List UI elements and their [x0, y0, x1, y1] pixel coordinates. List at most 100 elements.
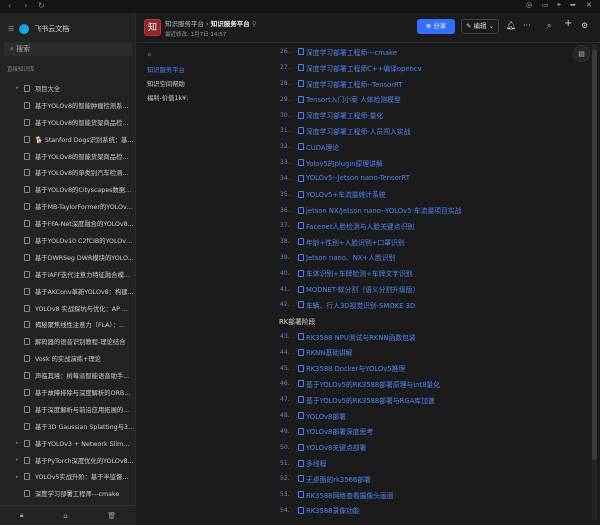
doc-link[interactable]: 深度学习部署工程师-量化	[306, 110, 383, 120]
collapse-toc-icon[interactable]: «	[147, 50, 188, 59]
sidebar-item[interactable]: Vosk 的实战演练+理论	[0, 350, 136, 367]
sidebar-item-label: Vosk 的实战演练+理论	[35, 356, 101, 364]
more-icon[interactable]: ···	[523, 21, 531, 30]
doc-link[interactable]: 深度学习部署工程师---cmake	[306, 47, 397, 57]
doc-link[interactable]: CUDA理论	[306, 142, 339, 152]
sidebar-item[interactable]: 基于故障排除与深度解析的ORB...	[0, 384, 136, 401]
doc-link[interactable]: 无桌面的rk3566部署	[306, 474, 371, 484]
doc-link[interactable]: RK3588 NPU测试与RKNN函数包装	[306, 332, 416, 342]
close-icon[interactable]: ✕	[586, 1, 592, 9]
sidebar-item[interactable]: 基于YOLOv8的智能货架商品检...	[0, 148, 136, 165]
sidebar-toggle-icon[interactable]: ☰	[8, 25, 14, 33]
list-item: 41. MODNET-软分割（语义分割升级版）	[280, 281, 462, 297]
sidebar-item-label: 基于深度解析与前沿应用拓展的...	[35, 406, 130, 414]
sidebar-item[interactable]: ▸ 基于YOLOv3 + Network Slimmi...	[0, 435, 136, 452]
breadcrumb-parent[interactable]: 知识服务平台	[165, 20, 204, 28]
pin-icon[interactable]: ⚲	[252, 20, 257, 28]
doc-link[interactable]: 基于YOLOv5的RK3588部署原理与int8量化	[306, 379, 440, 389]
edit-button[interactable]: ✎ 编辑 ⌄	[461, 19, 499, 34]
sidebar-item[interactable]: 基于深度解析与前沿应用拓展的...	[0, 401, 136, 418]
reload-button[interactable]: ↻	[38, 1, 45, 10]
search-input[interactable]: ⌕ 搜索	[4, 42, 132, 56]
toc-item[interactable]: 知识服务平台	[147, 65, 188, 74]
doc-link[interactable]: Yolov5的plugin原理讲解	[306, 158, 383, 168]
sidebar-item[interactable]: 基于iAFF迭代注意力特征融合模...	[0, 266, 136, 283]
sidebar-item[interactable]: 基于YOLOv10 C2fCIB的YOLOv8...	[0, 232, 136, 249]
search-icon[interactable]: ⌕	[547, 21, 551, 31]
document-icon	[24, 135, 30, 143]
sidebar-item[interactable]: 🐕 Stanford Dogs识别系统：基...	[0, 131, 136, 148]
forward-share-icon[interactable]: ➦	[570, 1, 576, 9]
sidebar-item[interactable]: 基于FFA-Net深度融合的YOLOv8...	[0, 215, 136, 232]
scrollbar-thumb[interactable]	[592, 50, 597, 460]
expand-arrow-icon[interactable]: ▸	[16, 457, 24, 463]
sidebar-item[interactable]: 基于YOLOv8的单类别汽车检测...	[0, 164, 136, 181]
doc-link[interactable]: Facenet人脸检测与人脸关键点识别	[306, 221, 414, 231]
document-link-icon	[298, 506, 304, 514]
doc-link[interactable]: 深度学习部署工程师--TensorRT	[306, 79, 402, 89]
doc-link[interactable]: jetson NX/Jetson nano--YOLOv5-车流量项目实战	[306, 205, 462, 215]
home-icon[interactable]: ⌂	[63, 512, 67, 520]
share-button[interactable]: ⊕ 分享	[417, 19, 455, 34]
doc-link[interactable]: 基于YOLOv5的RK3588部署与RGA库加速	[306, 395, 435, 405]
doc-link[interactable]: Jetson nano、NX+人脸识别	[306, 252, 395, 262]
sidebar-item[interactable]: 基于MB-TaylorFormer的YOLOv8...	[0, 198, 136, 215]
doc-link[interactable]: RK3588网络查看摄像头画面	[306, 490, 394, 500]
sidebar-item[interactable]: YOLOv8 实战探坑与优化：AP ...	[0, 300, 136, 317]
sidebar-item[interactable]: 基于YOLOv8的Cityscapes数据集...	[0, 181, 136, 198]
toc-item[interactable]: 福利-价值1k¥:	[147, 93, 188, 102]
document-icon	[24, 101, 30, 109]
trash-icon[interactable]: 🗑︎	[107, 512, 116, 520]
scrollbar[interactable]	[592, 44, 597, 520]
comment-icon[interactable]: ▤	[573, 45, 590, 62]
doc-link[interactable]: RK3588 Docker与YOLOv5推理	[306, 363, 405, 373]
doc-link[interactable]: 深度学习部署工程师-人员闯入实战	[306, 126, 410, 136]
doc-link[interactable]: YOLOv8部署深度思考	[306, 426, 373, 436]
sidebar-item[interactable]: 解码器的语音识别教程-理论结合	[0, 333, 136, 350]
settings-icon[interactable]: ⚙	[581, 21, 588, 30]
expand-arrow-icon[interactable]: ▸	[16, 474, 24, 480]
expand-arrow-icon[interactable]: ▸	[16, 440, 24, 446]
sidebar-item[interactable]: 深度学习部署工程师---cmake	[0, 485, 136, 502]
sidebar-item[interactable]: 基于3D Gaussian Splatting与3D...	[0, 418, 136, 435]
breadcrumb-current[interactable]: 知识服务平台	[211, 20, 250, 28]
list-item: 39. Jetson nano、NX+人脸识别	[280, 250, 462, 266]
doc-link[interactable]: YOLOv8关键点部署	[306, 442, 366, 452]
list-number: 51.	[280, 459, 290, 467]
list-item: 44. RKNN基础讲解	[280, 344, 462, 360]
list-number: 52.	[280, 475, 290, 483]
help-icon[interactable]: ◎	[526, 1, 532, 9]
doc-link[interactable]: Tensort入门小案 人体检测模型	[306, 94, 401, 104]
doc-link[interactable]: 车辆、行人3D视觉识别-SMOKE 3D	[306, 300, 415, 310]
doc-link[interactable]: YOLOv5--Jetson nano-TensorRT	[306, 174, 410, 182]
sidebar-item[interactable]: 基于AKConv革新YOLOv8：构建...	[0, 283, 136, 300]
add-icon[interactable]: +	[564, 18, 572, 29]
doc-link[interactable]: 车体识别+车牌检测+车牌文字识别	[306, 268, 413, 278]
doc-link[interactable]: RKNN基础讲解	[306, 347, 353, 357]
toc-item[interactable]: 知识空间帮助	[147, 79, 188, 88]
doc-link[interactable]: RK3588录像功能	[306, 505, 360, 515]
doc-link[interactable]: YOLOv5+车流量统计系统	[306, 189, 386, 199]
doc-link[interactable]: 深度学习部署工程师C++编译opencv	[306, 63, 422, 73]
expand-arrow-icon[interactable]: ▸	[16, 85, 24, 91]
sidebar-item[interactable]: 声临其境：树莓派智能语音助手...	[0, 367, 136, 384]
sidebar-item[interactable]: ▸ YOLOv5实战升阶：基于半监督...	[0, 468, 136, 485]
back-button[interactable]: ‹	[8, 1, 11, 10]
sidebar-item[interactable]: ▸ 项目大全	[0, 80, 136, 97]
sidebar-item[interactable]: ▸ 基于PyTorch深度优化的YOLOv8...	[0, 452, 136, 469]
bell-icon[interactable]: 🔔︎	[506, 21, 516, 30]
doc-link[interactable]: YOLOv8部署	[306, 411, 346, 421]
lock-icon[interactable]: 🔒︎	[20, 511, 24, 520]
sidebar-item[interactable]: 基于DWRSeg DWR模块的YOLO...	[0, 249, 136, 266]
forward-button[interactable]: ›	[24, 1, 27, 10]
link-icon[interactable]: ⚭	[556, 1, 562, 9]
window-icon[interactable]: ▭	[542, 1, 549, 9]
sidebar-item[interactable]: 基于YOLOv8的智能肿瘤检测系...	[0, 97, 136, 114]
document-icon	[24, 473, 30, 481]
doc-link[interactable]: MODNET-软分割（语义分割升级版）	[306, 284, 419, 294]
sidebar-item[interactable]: 揭秘聚焦线性注意力（FLA）：...	[0, 316, 136, 333]
document-link-icon	[298, 64, 304, 72]
doc-link[interactable]: 多线程	[306, 458, 326, 468]
sidebar-item[interactable]: 基于YOLOv8的智能货架商品检...	[0, 114, 136, 131]
doc-link[interactable]: 年龄+性别+人脸识别+口罩识别	[306, 237, 405, 247]
